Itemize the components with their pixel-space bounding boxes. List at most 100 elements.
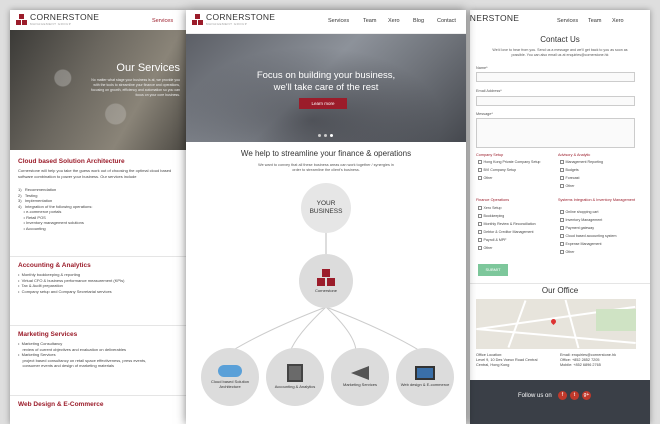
services-page: CORNERSTONE MANAGEMENT GROUP Services Our… [10,10,186,424]
google-plus-icon[interactable]: g+ [582,391,591,400]
checkbox-option[interactable]: Other [478,246,493,250]
checkbox-option[interactable]: Other [560,250,575,254]
checkbox-option[interactable]: Payment gateway [560,226,594,230]
group-systems: Systems Integration & Inventory Manageme… [558,198,636,202]
contact-intro: We'd love to hear from you. Send us a me… [492,48,628,57]
checkbox[interactable] [478,222,482,226]
list-item: • Company setup and Company Secretarial … [18,288,112,294]
home-page: CORNERSTONE MANAGEMENT GROUP Services Tea… [186,10,466,424]
cloud-icon [218,365,242,377]
cubes-icon [315,268,337,287]
checkbox[interactable] [478,206,482,210]
checkbox-option[interactable]: Other [478,176,493,180]
checkbox-label: Other [483,246,493,250]
megaphone-icon [351,366,369,381]
contact-title: Contact Us [540,35,580,44]
logo-sub: MANAGEMENT GROUP [30,22,72,26]
group-advisory: Advisory & Analytic [558,153,591,157]
name-label: Name* [476,66,488,70]
email-input[interactable] [476,96,635,106]
checkbox-option[interactable]: Payroll & MPF [478,238,506,242]
checkbox[interactable] [560,226,564,230]
checkbox[interactable] [560,218,564,222]
office-contact: Email: enquiries@cornerstone.hk Office: +… [560,353,616,368]
message-label: Message* [476,112,493,116]
checkbox-label: Cloud based accounting system [565,234,617,238]
logo-text: CORNERSTONE [30,12,100,22]
checkbox-option[interactable]: Other [560,184,575,188]
service-web[interactable]: Web design & E-commerce [396,348,454,406]
checkbox[interactable] [560,168,564,172]
checkbox[interactable] [478,176,482,180]
right-nav: CORNERSTONE Services Team Xero [470,10,650,34]
nav-services[interactable]: Services [557,18,578,24]
cubes-icon [16,13,28,26]
checkbox-option[interactable]: BVI Company Setup [478,168,516,172]
section-title-accounting: Accounting & Analytics [18,262,91,269]
checkbox-option[interactable]: Management Reporting [560,160,603,164]
checkbox-label: BVI Company Setup [483,168,517,172]
section-title-cloud: Cloud based Solution Architecture [18,158,125,165]
checkbox[interactable] [560,234,564,238]
office-title: Our Office [541,286,579,295]
checkbox-option[interactable]: Monthly Review & Reconciliation [478,222,536,226]
facebook-icon[interactable]: f [558,391,567,400]
checkbox-option[interactable]: Forecast [560,176,579,180]
office-location: Office Location: Level 9, 10 Des Voeux Ro… [476,353,537,368]
checkbox-option[interactable]: Inventory Management [560,218,602,222]
message-input[interactable] [476,118,635,148]
map-pin-icon [549,317,558,326]
calculator-icon [287,364,303,383]
hero-text: No matter what stage your business is at… [91,78,180,97]
checkbox[interactable] [478,214,482,218]
marketing-list: • Marketing Consultancy review of curren… [18,341,178,369]
service-accounting[interactable]: Accounting & Analytics [266,348,324,406]
logo-text[interactable]: CORNERSTONE [470,14,519,23]
contact-page: CORNERSTONE Services Team Xero Contact U… [470,10,650,424]
checkbox-label: Xero Setup [483,206,502,210]
checkbox-option[interactable]: Budgets [560,168,579,172]
checkbox-option[interactable]: Debtor & Creditor Management [478,230,533,234]
checkbox-option[interactable]: Expense Management [560,242,601,246]
checkbox[interactable] [478,238,482,242]
accounting-list: • Monthly bookkeeping & reporting • Virtu… [18,272,178,294]
checkbox-option[interactable]: Bookkeeping [478,214,504,218]
checkbox[interactable] [560,250,564,254]
checkbox-label: Monthly Review & Reconciliation [483,222,536,226]
checkbox-label: Forecast [565,176,580,180]
service-marketing[interactable]: Marketing Services [331,348,389,406]
office-map[interactable] [476,299,636,349]
checkbox[interactable] [478,168,482,172]
checkbox-label: Expense Management [565,242,602,246]
group-finance: Finance Operations [476,198,510,202]
service-cloud[interactable]: Cloud based Solution Architecture [201,348,259,406]
checkbox[interactable] [560,210,564,214]
footer: Follow us on f t g+ [470,380,650,424]
name-input[interactable] [476,72,635,82]
checkbox-label: Management Reporting [565,160,604,164]
checkbox-option[interactable]: Xero Setup [478,206,501,210]
nav-team[interactable]: Team [588,18,601,24]
submit-button[interactable]: SUBMIT [478,264,508,276]
checkbox[interactable] [560,176,564,180]
section-title-web: Web Design & E-Commerce [18,401,104,408]
office-line: Mobile: +852 6896 2765 [560,363,601,367]
checkbox[interactable] [478,160,482,164]
checkbox-label: Bookkeeping [483,214,505,218]
list-item: consumer events and design of marketing … [18,363,115,368]
checkbox-option[interactable]: Hong Kong Private Company Setup [478,160,540,164]
nav-xero[interactable]: Xero [612,18,624,24]
office-line: Central, Hong Kong [476,363,510,367]
nav-services[interactable]: Services [152,18,173,24]
twitter-icon[interactable]: t [570,391,579,400]
checkbox-option[interactable]: Cloud based accounting system [560,234,616,238]
checkbox[interactable] [478,246,482,250]
checkbox[interactable] [560,160,564,164]
checkbox[interactable] [560,184,564,188]
follow-text: Follow us on [518,393,552,399]
checkbox[interactable] [560,242,564,246]
checkbox-option[interactable]: Online shopping cart [560,210,598,214]
cloud-intro: Cornerstone will help you take the guess… [18,168,172,179]
logo[interactable]: CORNERSTONE MANAGEMENT GROUP [16,13,99,26]
checkbox[interactable] [478,230,482,234]
